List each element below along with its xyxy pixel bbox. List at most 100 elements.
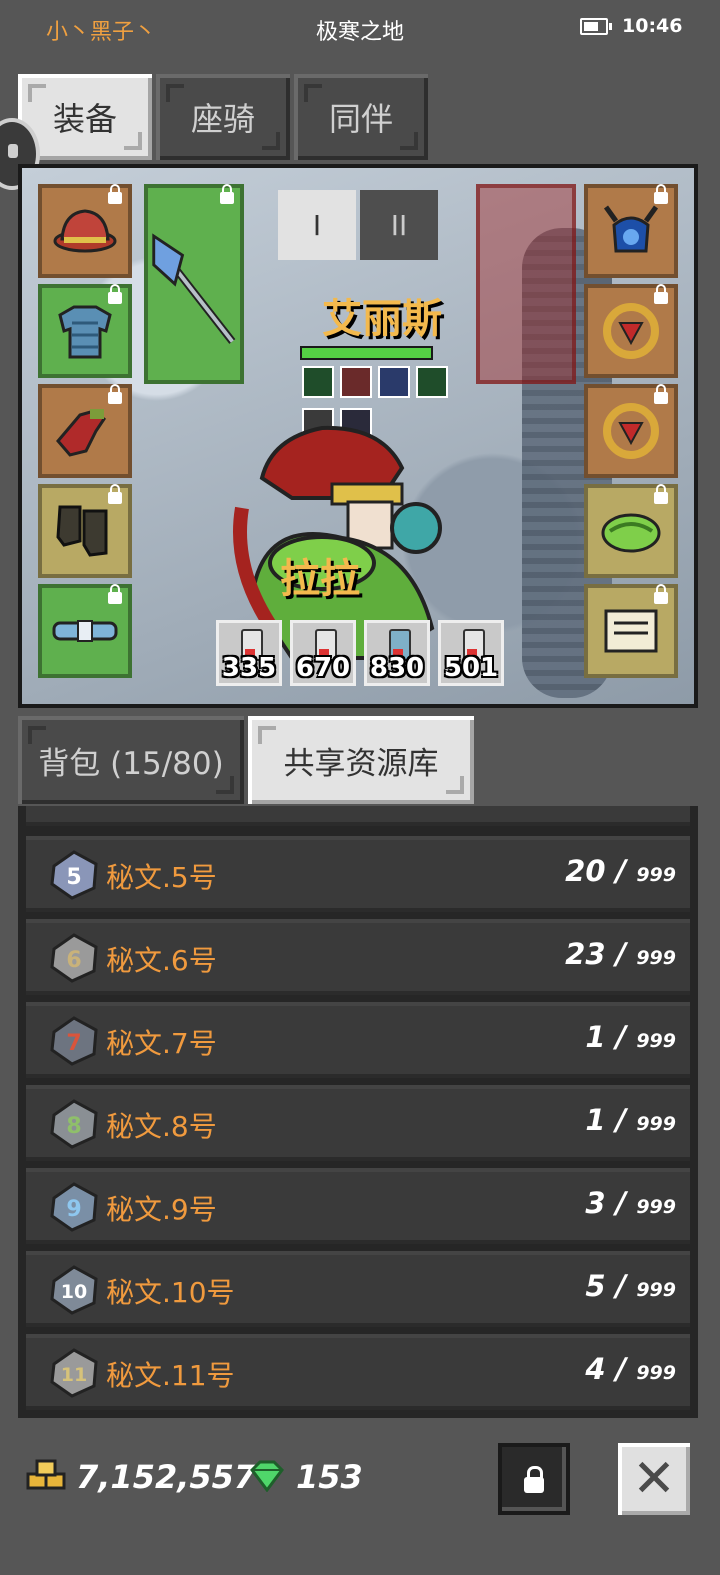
ruby-ring-icon — [603, 303, 659, 359]
list-item[interactable]: 10 秘文.10号 5 / 999 — [26, 1251, 690, 1327]
potion-slot-1[interactable]: 335 — [216, 620, 282, 686]
lock-icon — [524, 1466, 544, 1493]
list-item[interactable]: 9 秘文.9号 3 / 999 — [26, 1168, 690, 1244]
rune-stone-icon: 5 — [50, 850, 98, 900]
svg-text:6: 6 — [66, 948, 81, 973]
list-item[interactable]: 7 秘文.7号 1 / 999 — [26, 1002, 690, 1078]
potion-count: 335 — [221, 653, 277, 683]
resource-name: 秘文.7号 — [106, 1027, 217, 1060]
red-hat-icon — [53, 209, 117, 253]
potion-slot-4[interactable]: 501 — [438, 620, 504, 686]
slot-ring-2[interactable] — [584, 384, 678, 478]
tab-mount[interactable]: 座骑 — [156, 74, 290, 160]
halberd-icon — [152, 233, 236, 344]
resource-qty: 1 / 999 — [585, 1020, 676, 1054]
resource-name: 秘文.11号 — [106, 1359, 235, 1392]
rune-stone-icon: 8 — [50, 1099, 98, 1149]
lock-icon — [654, 284, 668, 304]
resource-qty: 23 / 999 — [565, 937, 676, 971]
slot-helmet[interactable] — [38, 184, 132, 278]
resource-name: 秘文.8号 — [106, 1110, 217, 1143]
buff-icon[interactable] — [416, 366, 448, 398]
gem-amount: 153 — [296, 1458, 363, 1496]
ruby-ring-icon — [603, 403, 659, 459]
slot-gloves[interactable] — [38, 384, 132, 478]
svg-text:5: 5 — [66, 865, 81, 890]
clock: 10:46 — [622, 15, 683, 37]
tab-shared-storage[interactable]: 共享资源库 — [248, 716, 474, 804]
tab-label: 同伴 — [328, 100, 393, 138]
slot-armor[interactable] — [38, 284, 132, 378]
svg-text:8: 8 — [66, 1114, 81, 1139]
lock-icon — [108, 384, 122, 404]
tab-label: 座骑 — [190, 100, 255, 138]
resource-qty: 5 / 999 — [585, 1269, 676, 1303]
slot-ring-1[interactable] — [584, 284, 678, 378]
battery-icon — [580, 18, 612, 35]
resource-list[interactable]: 5 秘文.5号 20 / 999 6 秘文.6号 23 / 999 7 秘文.7… — [18, 806, 698, 1418]
close-button[interactable]: ✕ — [618, 1443, 690, 1515]
resource-name: 秘文.10号 — [106, 1276, 235, 1309]
tab-backpack[interactable]: 背包 (15/80) — [18, 716, 244, 804]
resource-name: 秘文.5号 — [106, 861, 217, 894]
lock-icon — [108, 184, 122, 204]
svg-text:9: 9 — [66, 1197, 81, 1222]
gold-amount: 7,152,557 — [76, 1458, 257, 1496]
lock-icon — [108, 284, 122, 304]
red-gloves-icon — [56, 409, 107, 457]
lock-button[interactable] — [498, 1443, 570, 1515]
rune-stone-icon: 11 — [50, 1348, 98, 1398]
lock-icon — [220, 184, 234, 204]
potion-count: 501 — [443, 653, 499, 683]
slot-boots[interactable] — [38, 484, 132, 578]
buff-icon[interactable] — [340, 366, 372, 398]
rune-stone-icon: 6 — [50, 933, 98, 983]
rune-stone-icon: 7 — [50, 1016, 98, 1066]
potion-slot-3[interactable]: 830 — [364, 620, 430, 686]
belt-icon — [52, 620, 118, 642]
lock-icon — [654, 384, 668, 404]
gold-icon — [26, 1459, 66, 1490]
potion-count: 670 — [295, 653, 351, 683]
svg-text:7: 7 — [66, 1031, 81, 1056]
set-button-2[interactable]: II — [360, 190, 438, 260]
list-item[interactable]: 6 秘文.6号 23 / 999 — [26, 919, 690, 995]
hero-name: 艾丽斯 — [322, 296, 442, 342]
gem-icon — [250, 1460, 284, 1492]
buff-icon[interactable] — [378, 366, 410, 398]
resource-qty: 3 / 999 — [585, 1186, 676, 1220]
list-item[interactable]: 5 秘文.5号 20 / 999 — [26, 836, 690, 912]
resource-qty: 1 / 999 — [585, 1103, 676, 1137]
set-button-1[interactable]: I — [278, 190, 356, 260]
slot-belt[interactable] — [38, 584, 132, 678]
slot-mount[interactable] — [584, 484, 678, 578]
list-item[interactable]: 8 秘文.8号 1 / 999 — [26, 1085, 690, 1161]
lock-icon — [654, 584, 668, 604]
potion-slot-2[interactable]: 670 — [290, 620, 356, 686]
resource-name: 秘文.6号 — [106, 944, 217, 977]
horned-helm-icon — [603, 205, 659, 253]
slot-weapon[interactable] — [144, 184, 244, 384]
resource-qty: 4 / 999 — [585, 1352, 676, 1386]
list-item[interactable] — [26, 806, 690, 826]
svg-text:11: 11 — [61, 1364, 87, 1386]
lock-icon — [654, 184, 668, 204]
status-bar: 小丶黑子丶 极寒之地 10:46 — [0, 0, 720, 60]
close-icon: ✕ — [632, 1449, 676, 1509]
lock-icon — [108, 484, 122, 504]
tab-companion[interactable]: 同伴 — [294, 74, 428, 160]
lock-icon — [108, 584, 122, 604]
slot-head-accessory[interactable] — [584, 184, 678, 278]
tab-label: 装备 — [52, 100, 117, 138]
scroll-icon — [604, 609, 658, 653]
slot-scroll[interactable] — [584, 584, 678, 678]
buff-icon[interactable] — [302, 366, 334, 398]
mount-name: 拉拉 — [280, 556, 360, 602]
blue-armor-icon — [58, 305, 112, 359]
list-item[interactable]: 11 秘文.11号 4 / 999 — [26, 1334, 690, 1410]
slot-locked[interactable] — [476, 184, 576, 384]
svg-text:10: 10 — [61, 1281, 87, 1303]
serpent-mount-icon — [601, 513, 661, 553]
rune-stone-icon: 9 — [50, 1182, 98, 1232]
hero-hp-bar — [300, 346, 433, 360]
